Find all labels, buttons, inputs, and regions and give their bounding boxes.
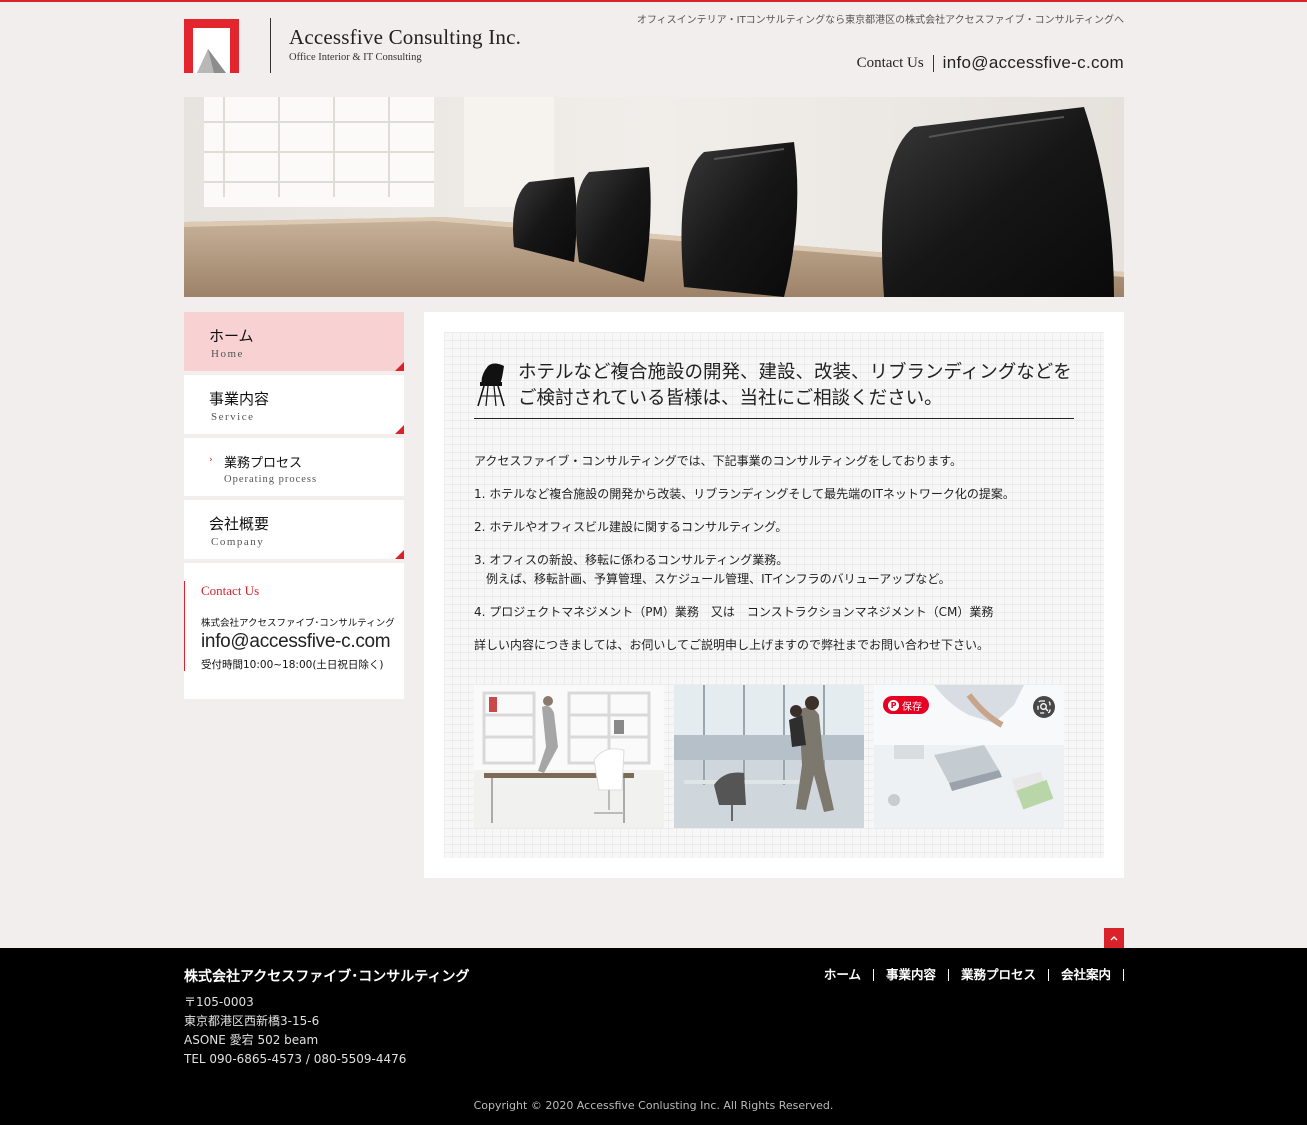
corner-triangle-icon — [395, 425, 404, 434]
header-tagline: オフィスインテリア・ITコンサルティングなら東京都港区の株式会社アクセスファイブ… — [636, 15, 1124, 26]
service-item-4: 4. プロジェクトマネジメント（PM）業務 又は コンストラクションマネジメント… — [474, 605, 994, 619]
company-logo-icon[interactable] — [184, 19, 239, 73]
sidebar-item-home[interactable]: ホーム Home — [184, 312, 404, 371]
sidebar-item-label: 会社概要 — [209, 515, 270, 533]
hero-image — [184, 97, 1124, 297]
sidebar-item-company[interactable]: 会社概要 Company — [184, 500, 404, 559]
footer-nav-process[interactable]: 業務プロセス — [949, 968, 1049, 981]
sidebar-item-label: 事業内容 — [209, 390, 270, 408]
heading-line-1: ホテルなど複合施設の開発、建設、改装、リブランディングなどを — [518, 362, 1072, 383]
service-item-2: 2. ホテルやオフィスビル建設に関するコンサルティング。 — [474, 520, 788, 534]
closing-text: 詳しい内容につきましては、お伺いしてご説明申し上げますので弊社までお問い合わせ下… — [474, 638, 990, 652]
main-content: ホテルなど複合施設の開発、建設、改装、リブランディングなどを ご検討されている皆… — [424, 312, 1124, 878]
footer-address-line-1: 東京都港区西新橋3-15-6 — [184, 1014, 320, 1028]
contact-accent-bar — [184, 581, 185, 671]
intro-text: アクセスファイブ・コンサルティングでは、下記事業のコンサルティングをしております… — [474, 454, 963, 468]
header-contact-separator — [932, 54, 934, 72]
footer-address: 〒105-0003 東京都港区西新橋3-15-6 ASONE 愛宕 502 be… — [184, 993, 406, 1069]
service-item-1: 1. ホテルなど複合施設の開発から改装、リブランディングそして最先端のITネット… — [474, 487, 1015, 501]
company-subtitle: Office Interior & IT Consulting — [289, 52, 422, 63]
sidebar-item-service[interactable]: 事業内容 Service — [184, 375, 404, 434]
page-heading: ホテルなど複合施設の開発、建設、改装、リブランディングなどを ご検討されている皆… — [474, 360, 1074, 419]
back-to-top-button[interactable] — [1104, 928, 1124, 948]
copyright: Copyright © 2020 Accessfive Conlusting I… — [473, 1099, 834, 1112]
footer-address-line-2: ASONE 愛宕 502 beam — [184, 1033, 319, 1047]
header-contact-email[interactable]: info@accessfive-c.com — [943, 53, 1124, 73]
pinterest-icon: P — [888, 699, 899, 711]
footer-nav-home[interactable]: ホーム — [812, 968, 874, 981]
sidebar-item-sublabel: Company — [211, 536, 265, 548]
photo-gallery: P 保存 — [474, 685, 1064, 828]
sidebar-contact-box: Contact Us 株式会社アクセスファイブ･コンサルティング info@ac… — [184, 563, 404, 699]
footer-postal: 〒105-0003 — [184, 995, 254, 1009]
office-photo-2 — [674, 685, 864, 828]
sidebar-contact-title: Contact Us — [201, 583, 260, 598]
footer-nav: ホーム 事業内容 業務プロセス 会社案内 — [812, 968, 1124, 981]
sidebar-contact-company: 株式会社アクセスファイブ･コンサルティング — [201, 618, 395, 629]
chevron-up-icon — [1110, 936, 1118, 941]
sidebar-item-operating-process[interactable]: › 業務プロセス Operating process — [184, 438, 404, 496]
logo-divider — [270, 18, 271, 73]
service-item-3-detail: 例えば、移転計画、予算管理、スケジュール管理、ITインフラのバリューアップなど。 — [474, 572, 951, 586]
footer-nav-service[interactable]: 事業内容 — [874, 968, 949, 981]
heading-line-2: ご検討されている皆様は、当社にご相談ください。 — [518, 388, 943, 409]
header-contact-label[interactable]: Contact Us — [857, 55, 924, 72]
sidebar-contact-hours: 受付時間10:00~18:00(土日祝日除く) — [201, 659, 384, 671]
service-item-3: 3. オフィスの新設、移転に係わるコンサルティング業務。 — [474, 553, 789, 567]
footer-company-name: 株式会社アクセスファイブ･コンサルティング — [184, 969, 470, 985]
sidebar-item-sublabel: Home — [211, 348, 244, 360]
office-photo-1 — [474, 685, 664, 828]
sidebar-item-label: ホーム — [209, 327, 254, 345]
sidebar-contact-email[interactable]: info@accessfive-c.com — [201, 631, 391, 653]
sidebar-item-label: 業務プロセス — [224, 456, 303, 471]
sidebar: ホーム Home 事業内容 Service › 業務プロセス Operating… — [184, 312, 404, 699]
footer-nav-company[interactable]: 会社案内 — [1049, 968, 1124, 981]
chair-icon — [474, 362, 506, 412]
sidebar-item-sublabel: Service — [211, 411, 255, 423]
service-description: アクセスファイブ・コンサルティングでは、下記事業のコンサルティングをしております… — [474, 452, 1074, 655]
pinterest-save-button[interactable]: P 保存 — [883, 696, 929, 714]
save-label: 保存 — [902, 701, 922, 713]
corner-triangle-icon — [395, 550, 404, 559]
top-accent-line — [0, 0, 1307, 2]
sidebar-item-sublabel: Operating process — [224, 474, 318, 485]
visual-search-icon[interactable] — [1033, 696, 1055, 718]
company-name[interactable]: Accessfive Consulting Inc. — [289, 25, 521, 50]
office-photo-3: P 保存 — [874, 685, 1064, 828]
header-contact: Contact Us info@accessfive-c.com — [857, 53, 1124, 73]
corner-triangle-icon — [395, 362, 404, 371]
chevron-right-icon: › — [209, 455, 213, 465]
footer: 株式会社アクセスファイブ･コンサルティング 〒105-0003 東京都港区西新橋… — [0, 948, 1307, 1125]
footer-tel: TEL 090-6865-4573 / 080-5509-4476 — [184, 1052, 407, 1066]
page-heading-text: ホテルなど複合施設の開発、建設、改装、リブランディングなどを ご検討されている皆… — [518, 360, 1072, 412]
